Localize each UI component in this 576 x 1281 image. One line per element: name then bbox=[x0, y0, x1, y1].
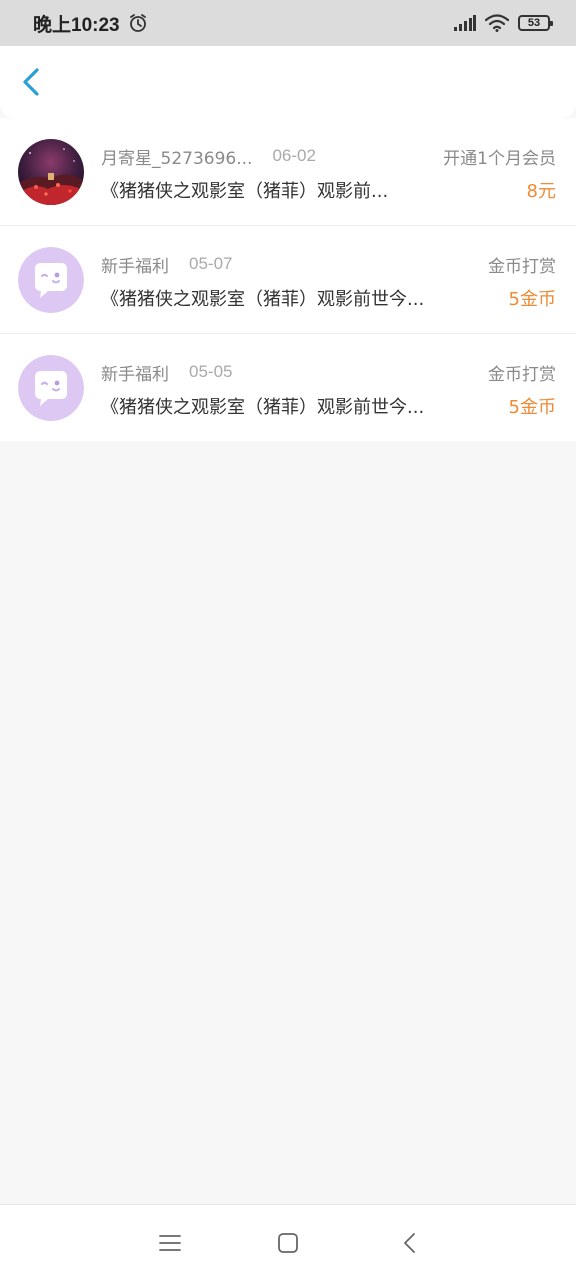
wifi-icon bbox=[485, 14, 509, 32]
signal-icon bbox=[454, 15, 476, 31]
menu-icon[interactable] bbox=[156, 1229, 184, 1257]
status-bar: 晚上10:23 53 bbox=[0, 0, 576, 46]
record-type: 金币打赏 bbox=[488, 256, 556, 277]
record-title-line: 《猪猪侠之观影室（猪菲）观影前世今... 5金币 bbox=[101, 393, 556, 419]
record-meta: 新手福利 05-07 金币打赏 bbox=[101, 252, 556, 277]
chevron-left-icon[interactable] bbox=[14, 64, 50, 100]
record-title: 《猪猪侠之观影室（猪菲）观影前世今... bbox=[101, 397, 425, 418]
record-title-line: 《猪猪侠之观影室（猪菲）观影前世今... 5金币 bbox=[101, 285, 556, 311]
battery-icon: 53 bbox=[518, 15, 553, 31]
record-amount: 5金币 bbox=[508, 289, 556, 310]
chat-bubble-avatar bbox=[18, 247, 84, 313]
status-icons: 53 bbox=[454, 14, 553, 32]
record-date: 05-05 bbox=[189, 362, 233, 381]
record-type: 金币打赏 bbox=[488, 364, 556, 385]
system-nav-bar bbox=[0, 1204, 576, 1281]
record-meta: 月寄星_5273696... 06-02 开通1个月会员 bbox=[101, 144, 556, 169]
record-title-line: 《猪猪侠之观影室（猪菲）观影前... 8元 bbox=[101, 177, 556, 203]
chat-bubble-avatar bbox=[18, 355, 84, 421]
list-item[interactable]: 新手福利 05-07 金币打赏 《猪猪侠之观影室（猪菲）观影前世今... 5金币 bbox=[0, 225, 576, 333]
battery-level: 53 bbox=[527, 17, 541, 29]
records-list: 月寄星_5273696... 06-02 开通1个月会员 《猪猪侠之观影室（猪菲… bbox=[0, 118, 576, 441]
back-chevron-icon[interactable] bbox=[396, 1229, 424, 1257]
header bbox=[0, 46, 576, 118]
username: 新手福利 bbox=[101, 256, 169, 277]
record-amount: 8元 bbox=[526, 181, 556, 202]
record-amount: 5金币 bbox=[508, 397, 556, 418]
record-title: 《猪猪侠之观影室（猪菲）观影前世今... bbox=[101, 289, 425, 310]
record-date: 05-07 bbox=[189, 254, 233, 273]
night-scene-avatar bbox=[18, 139, 84, 205]
status-time: 晚上10:23 bbox=[33, 14, 120, 36]
username: 新手福利 bbox=[101, 364, 169, 385]
record-title: 《猪猪侠之观影室（猪菲）观影前... bbox=[101, 181, 389, 202]
record-type: 开通1个月会员 bbox=[443, 148, 556, 169]
username: 月寄星_5273696... bbox=[101, 148, 253, 169]
alarm-icon bbox=[129, 14, 146, 32]
list-item[interactable]: 新手福利 05-05 金币打赏 《猪猪侠之观影室（猪菲）观影前世今... 5金币 bbox=[0, 333, 576, 441]
home-square-icon[interactable] bbox=[274, 1229, 302, 1257]
record-meta: 新手福利 05-05 金币打赏 bbox=[101, 360, 556, 385]
record-date: 06-02 bbox=[272, 146, 316, 165]
list-item[interactable]: 月寄星_5273696... 06-02 开通1个月会员 《猪猪侠之观影室（猪菲… bbox=[0, 118, 576, 225]
